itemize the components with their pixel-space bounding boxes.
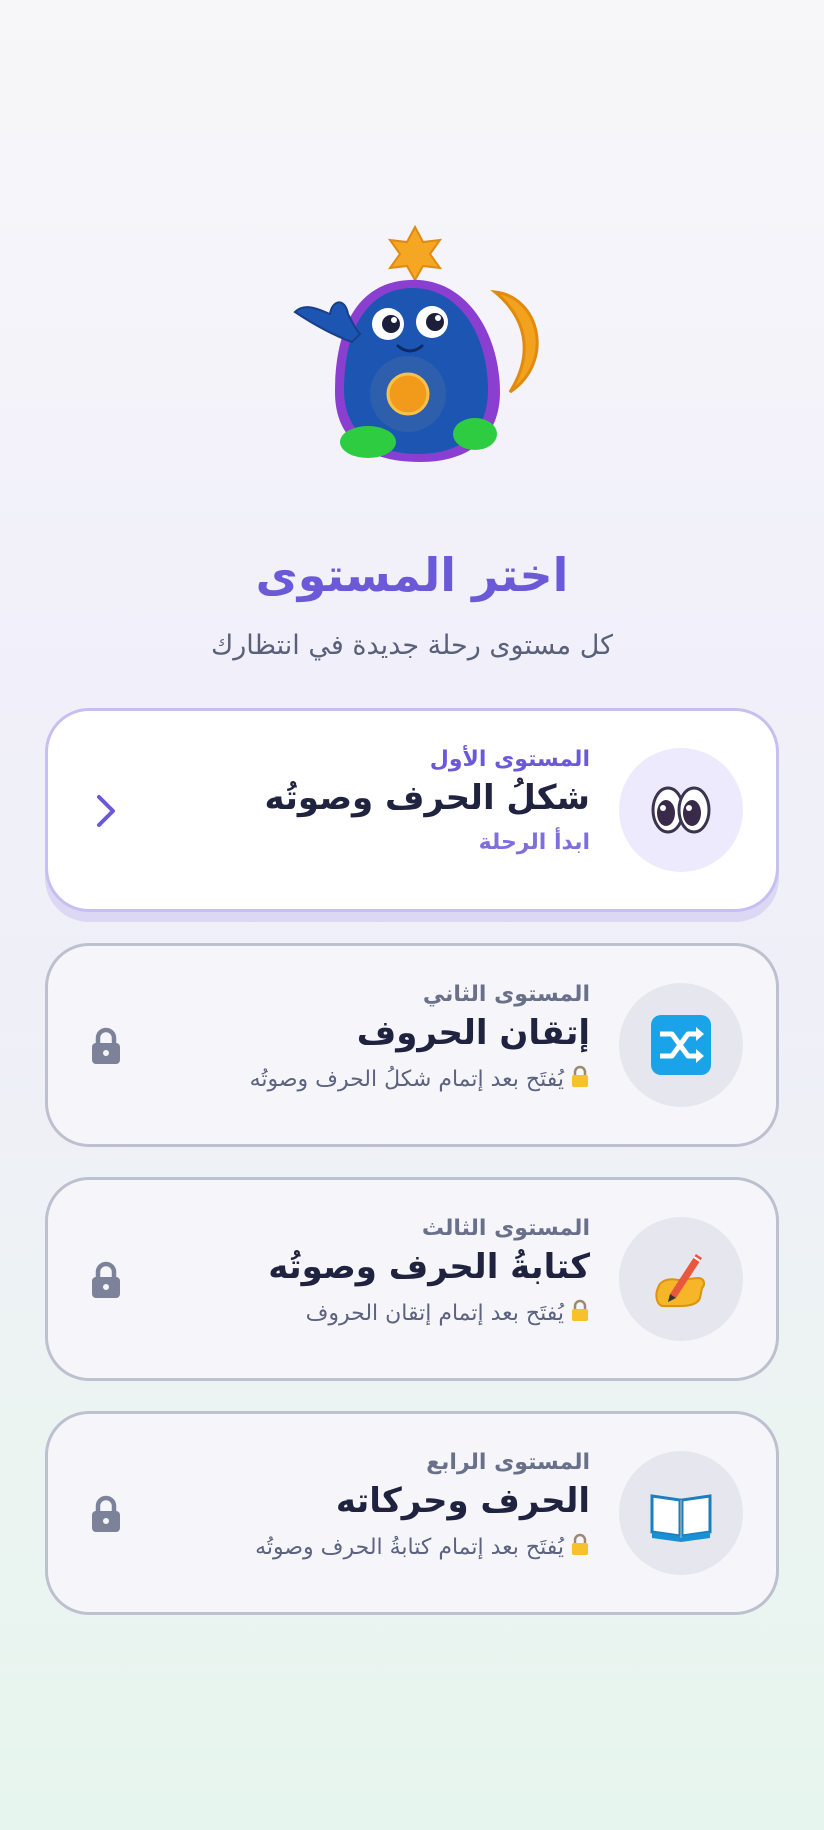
level-3-name: كتابةُ الحرف وصوتُه bbox=[268, 1247, 590, 1287]
lock-icon bbox=[92, 1261, 120, 1298]
level-4-status: يُفتَح بعد إتمام كتابةُ الحرف وصوتُه bbox=[255, 1533, 590, 1560]
open-book-icon bbox=[650, 1494, 712, 1542]
small-lock-icon bbox=[572, 1299, 588, 1321]
level-4-name: الحرف وحركاته bbox=[335, 1481, 590, 1521]
level-1-status: ابدأ الرحلة bbox=[478, 830, 590, 855]
level-4-label: المستوى الرابع bbox=[426, 1450, 590, 1475]
level-card-1[interactable]: المستوى الأول شكلُ الحرف وصوتُه ابدأ الر… bbox=[45, 708, 779, 912]
level-3-icon-badge bbox=[619, 1217, 743, 1341]
mascot-illustration bbox=[290, 222, 550, 482]
lock-icon bbox=[92, 1495, 120, 1532]
shuffle-icon bbox=[651, 1015, 711, 1075]
level-4-icon-badge bbox=[619, 1451, 743, 1575]
chevron-right-icon[interactable] bbox=[86, 791, 126, 831]
level-2-icon-badge bbox=[619, 983, 743, 1107]
level-1-label: المستوى الأول bbox=[429, 747, 590, 772]
level-2-label: المستوى الثاني bbox=[422, 982, 590, 1007]
level-2-name: إتقان الحروف bbox=[356, 1013, 590, 1053]
level-3-label: المستوى الثالث bbox=[421, 1216, 590, 1241]
level-card-2[interactable]: المستوى الثاني إتقان الحروف يُفتَح بعد إ… bbox=[45, 943, 779, 1147]
small-lock-icon bbox=[572, 1533, 588, 1555]
level-card-4[interactable]: المستوى الرابع الحرف وحركاته يُفتَح بعد … bbox=[45, 1411, 779, 1615]
level-1-icon-badge bbox=[619, 748, 743, 872]
lock-icon bbox=[92, 1027, 120, 1064]
level-1-name: شكلُ الحرف وصوتُه bbox=[264, 778, 591, 818]
level-2-status: يُفتَح بعد إتمام شكلُ الحرف وصوتُه bbox=[250, 1065, 590, 1092]
page-subtitle: كل مستوى رحلة جديدة في انتظارك bbox=[210, 630, 614, 661]
small-lock-icon bbox=[572, 1065, 588, 1087]
page-title: اختر المستوى bbox=[255, 548, 569, 602]
level-3-status: يُفتَح بعد إتمام إتقان الحروف bbox=[268, 1299, 590, 1326]
eyes-icon bbox=[651, 786, 711, 834]
level-card-3[interactable]: المستوى الثالث كتابةُ الحرف وصوتُه يُفتَ… bbox=[45, 1177, 779, 1381]
writing-hand-icon bbox=[655, 1254, 706, 1307]
